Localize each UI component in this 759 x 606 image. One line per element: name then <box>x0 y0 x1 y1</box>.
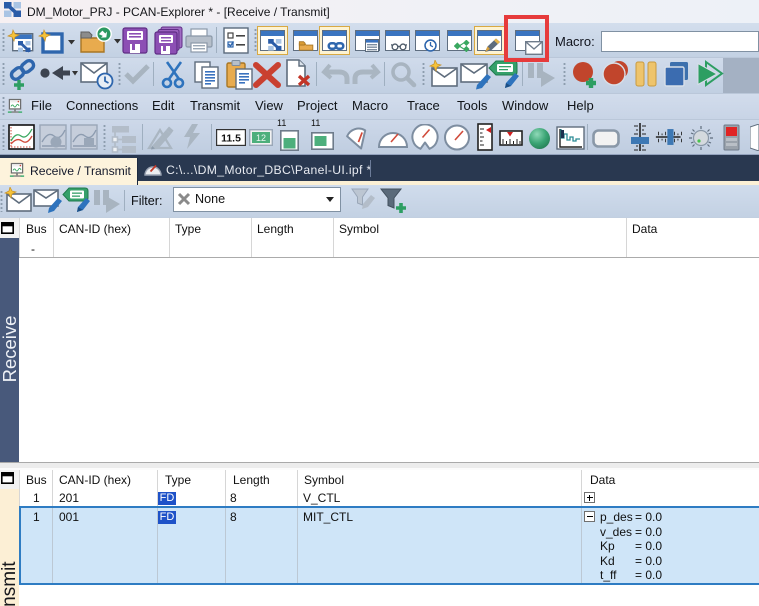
svg-text:11.5: 11.5 <box>221 133 241 145</box>
svg-text:12: 12 <box>256 133 266 143</box>
